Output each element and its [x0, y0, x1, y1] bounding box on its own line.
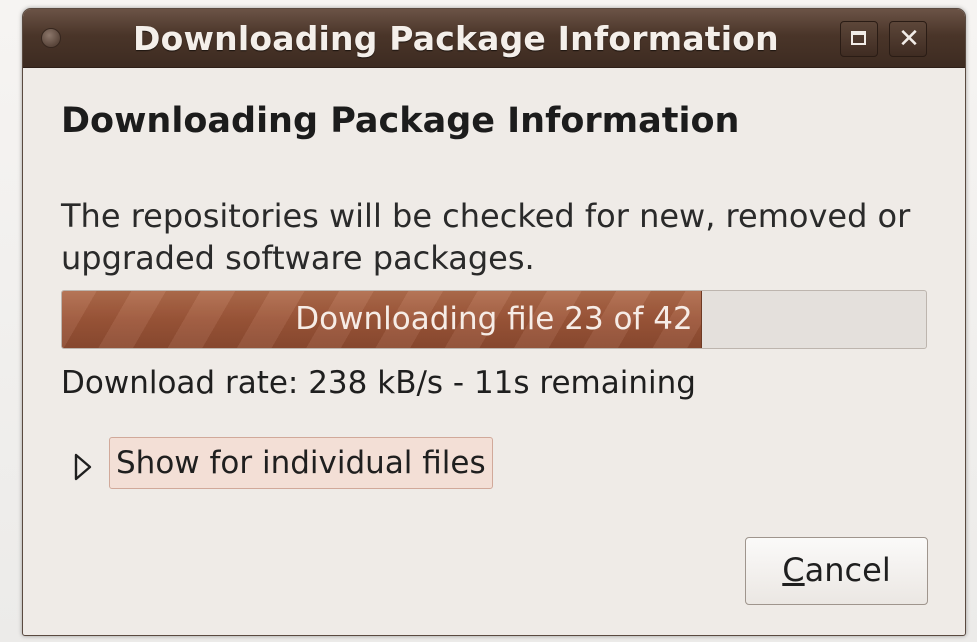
download-progress-bar: Downloading file 23 of 42: [61, 290, 927, 349]
dialog-window: Downloading Package Information ✕ Downlo…: [22, 8, 966, 636]
dialog-description: The repositories will be checked for new…: [61, 197, 911, 277]
window-menu-icon[interactable]: [41, 28, 61, 48]
maximize-icon: [851, 31, 866, 45]
close-icon: ✕: [898, 24, 920, 54]
window-title: Downloading Package Information: [133, 19, 779, 58]
maximize-button[interactable]: [840, 21, 878, 57]
triangle-right-icon[interactable]: [73, 452, 93, 482]
progress-label: Downloading file 23 of 42: [295, 301, 693, 337]
cancel-button[interactable]: Cancel: [745, 537, 928, 605]
close-button[interactable]: ✕: [889, 21, 927, 57]
cancel-mnemonic: C: [782, 551, 805, 589]
show-individual-files-expander[interactable]: Show for individual files: [109, 437, 493, 489]
dialog-heading: Downloading Package Information: [61, 101, 740, 141]
download-rate-text: Download rate: 238 kB/s - 11s remaining: [61, 365, 696, 401]
cancel-label-rest: ancel: [804, 551, 891, 589]
title-bar[interactable]: Downloading Package Information ✕: [23, 9, 965, 68]
